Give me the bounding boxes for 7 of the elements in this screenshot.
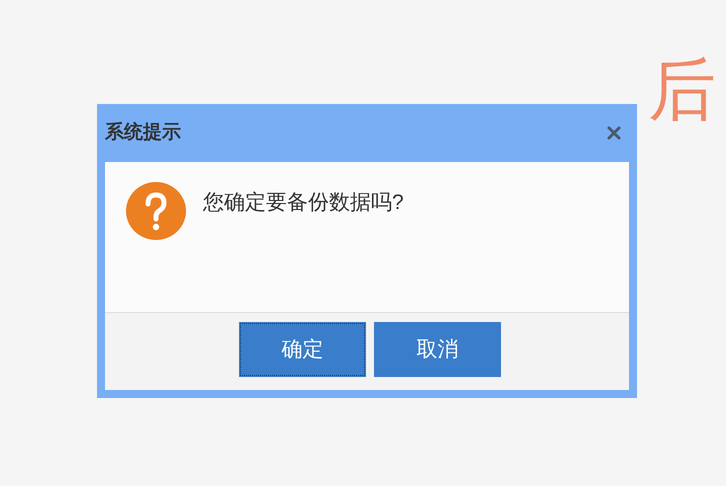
page-heading: 后 — [648, 51, 717, 130]
dialog-button[interactable]: 确定 — [239, 322, 366, 377]
close-icon[interactable] — [607, 126, 621, 140]
dialog-message: 您确定要备份数据吗? — [203, 190, 404, 216]
dialog-button[interactable]: 取消 — [374, 322, 501, 377]
question-icon — [126, 182, 186, 240]
dialog-title: 系统提示 — [105, 120, 181, 145]
